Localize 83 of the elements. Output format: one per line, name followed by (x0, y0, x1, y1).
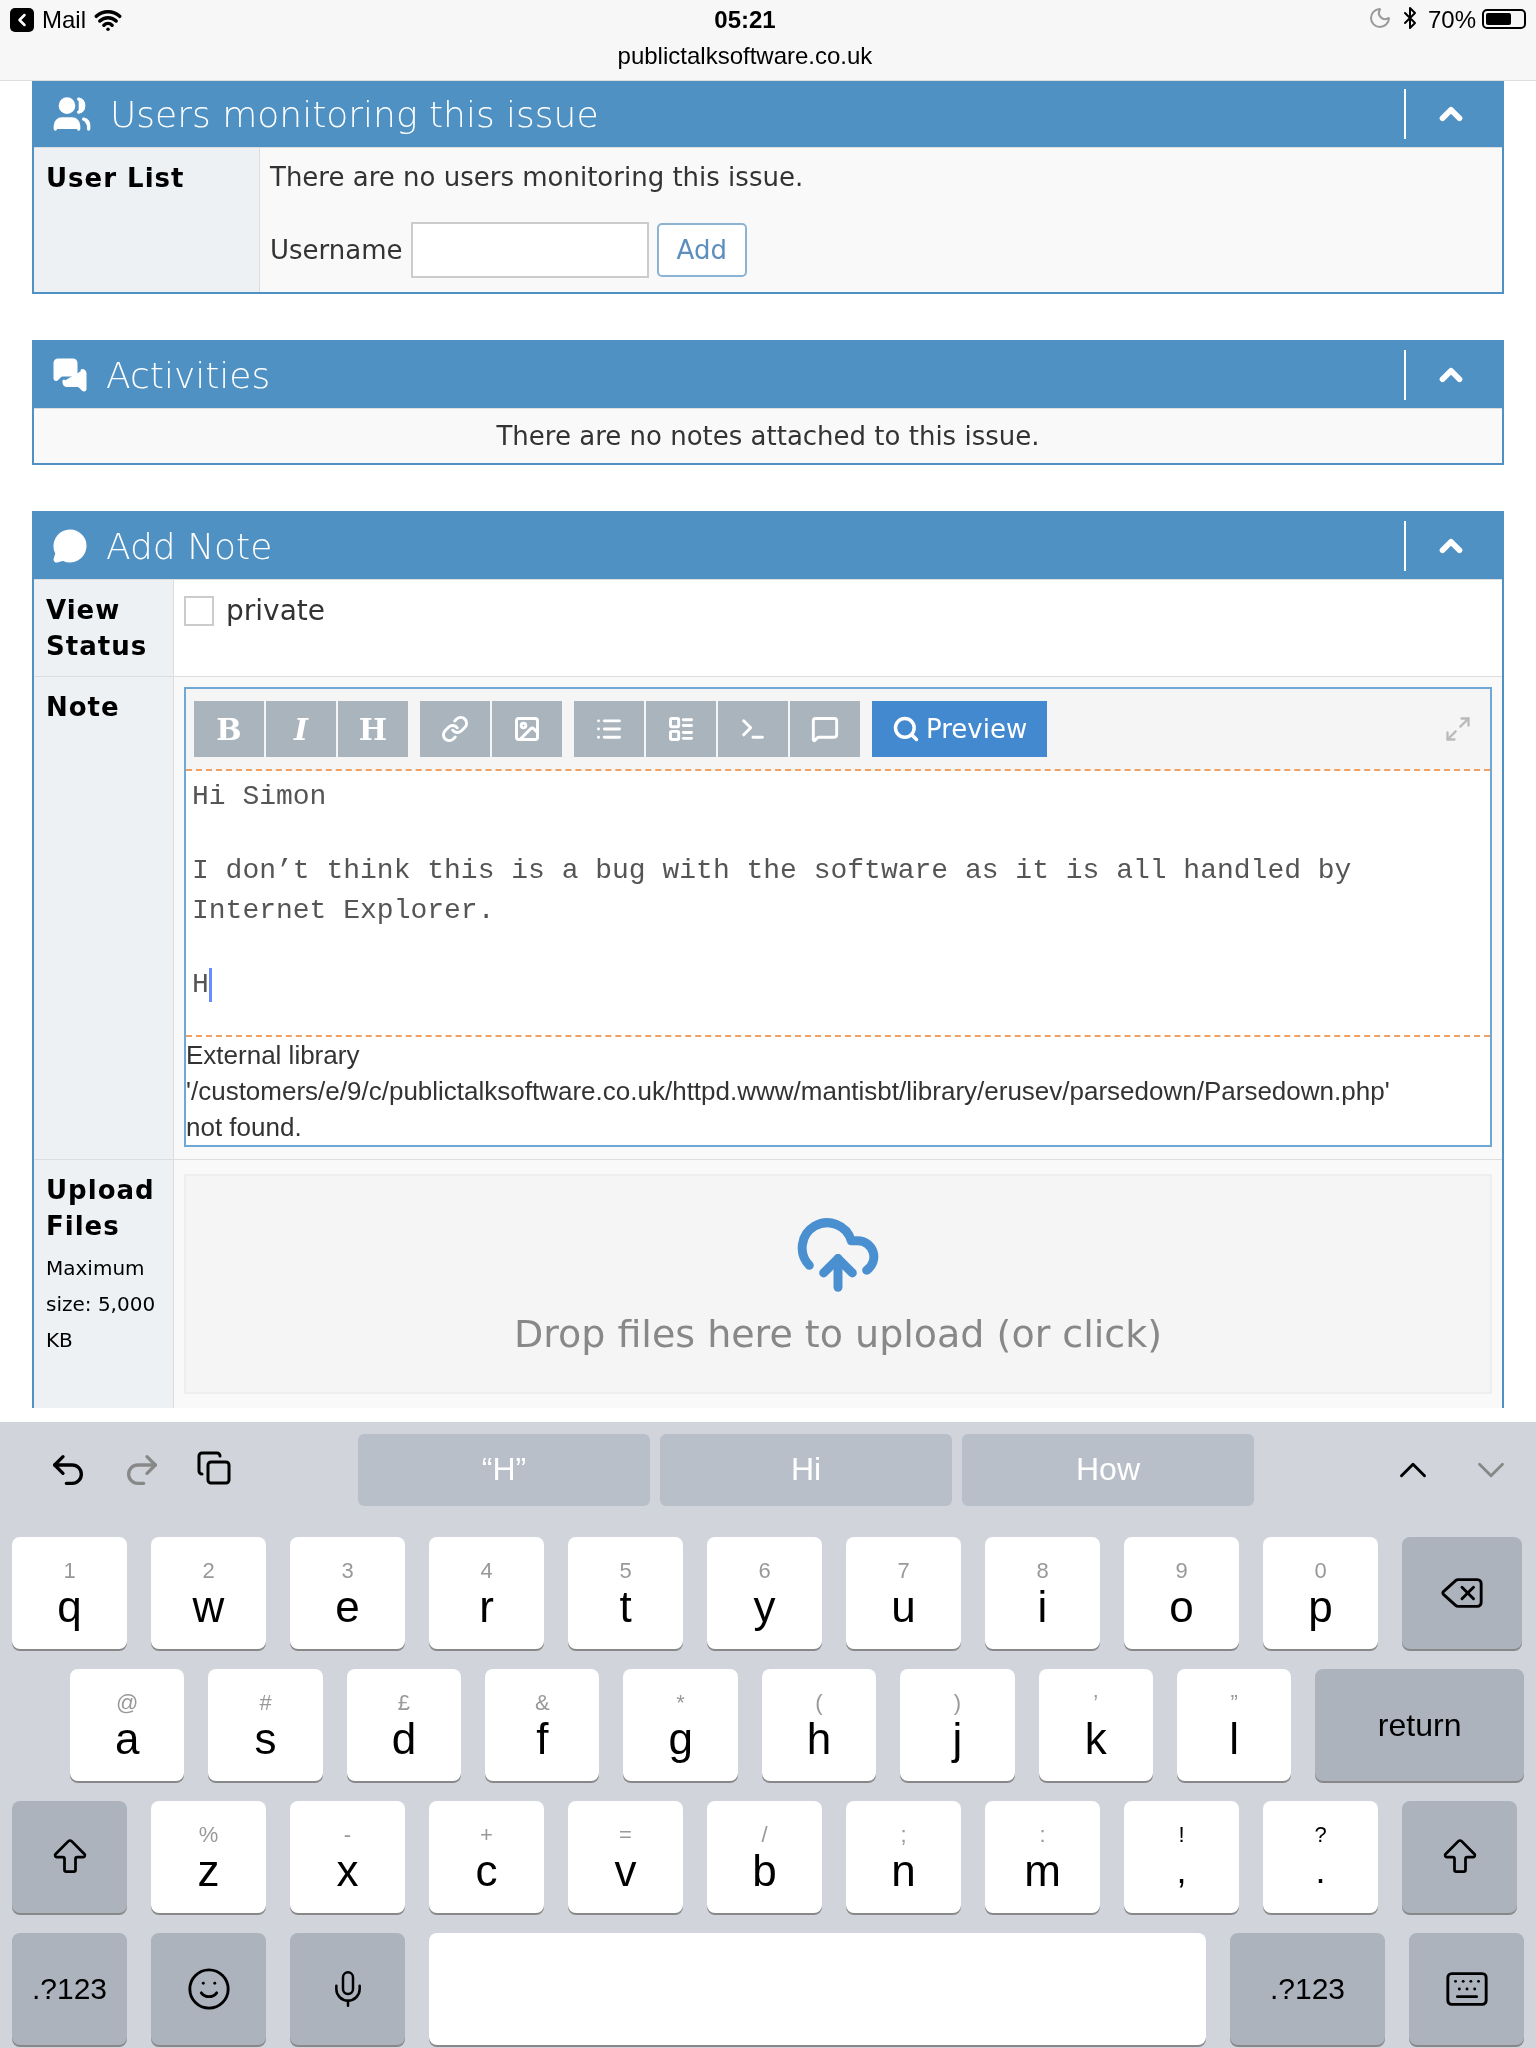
keyboard-key[interactable]: ? . (1263, 1801, 1378, 1913)
fullscreen-icon (1444, 715, 1472, 743)
search-icon (892, 715, 920, 743)
smiley-icon (185, 1966, 232, 2012)
url-text: publictalksoftware.co.uk (617, 42, 873, 70)
keyboard-key[interactable]: 5 t (568, 1537, 683, 1649)
keyboard-key[interactable]: 4 r (429, 1537, 544, 1649)
error-message: not found. (186, 1111, 303, 1144)
shift-key[interactable] (1402, 1801, 1517, 1913)
preview-button[interactable]: Preview (872, 701, 1048, 757)
keyboard-key[interactable]: # s (208, 1669, 323, 1781)
chat-bubbles-icon (52, 357, 88, 393)
note-text: I don’t think this is a bug with the software as it is all handled by Internet Explorer. (192, 854, 1353, 928)
format-button[interactable] (574, 701, 644, 757)
no-users-message: There are no users monitoring this issue. (270, 162, 805, 192)
keyboard-key[interactable]: ; n (846, 1801, 961, 1913)
keyboard-key[interactable]: ( h (761, 1669, 877, 1781)
checkbox-label[interactable]: private (226, 594, 325, 627)
size-hint: Maximum size: 5,000 KB (46, 1255, 157, 1354)
keyboard-key[interactable]: = v (568, 1801, 683, 1913)
clock: 05:21 (714, 6, 776, 34)
back-icon[interactable] (10, 8, 34, 32)
users-icon (52, 94, 92, 134)
keyboard-key[interactable]: £ d (346, 1669, 462, 1781)
format-button[interactable] (420, 701, 490, 757)
hide-keyboard-key[interactable] (1409, 1933, 1524, 2045)
keyboard-key[interactable]: 3 e (290, 1537, 405, 1649)
link-icon (441, 715, 469, 743)
format-button[interactable] (790, 701, 860, 757)
keyboard-key[interactable]: ! , (1124, 1801, 1239, 1913)
keyboard-key[interactable]: % z (151, 1801, 266, 1913)
panel-title: Users monitoring this issue (110, 93, 600, 135)
keyboard-key[interactable]: - x (290, 1801, 405, 1913)
format-button[interactable] (492, 701, 562, 757)
keyboard-key[interactable]: 8 i (985, 1537, 1100, 1649)
private-checkbox[interactable] (184, 595, 214, 626)
keyboard-key[interactable]: / b (707, 1801, 822, 1913)
paste-icon (196, 1449, 232, 1486)
panel-title: Activities (106, 354, 272, 396)
dictation-key[interactable] (290, 1933, 405, 2045)
back-label[interactable]: Mail (42, 6, 86, 34)
speech-bubble-icon (811, 715, 839, 743)
keyboard-key[interactable]: * g (623, 1669, 738, 1781)
format-button[interactable] (646, 701, 716, 757)
keyboard-key[interactable]: & f (485, 1669, 600, 1781)
keyboard-key[interactable]: ” l (1176, 1669, 1292, 1781)
row-label: Note (46, 691, 121, 724)
image-icon (513, 715, 541, 743)
keyboard-key[interactable]: + c (429, 1801, 544, 1913)
row-label: View Status (46, 594, 149, 663)
keyboard-key[interactable]: : m (985, 1801, 1100, 1913)
keyboard-key[interactable]: ) j (900, 1669, 1015, 1781)
no-notes-message: There are no notes attached to this issue. (34, 408, 1502, 463)
backspace-key[interactable] (1402, 1537, 1522, 1649)
keyboard-key[interactable]: ’ k (1038, 1669, 1153, 1781)
error-message: '/customers/e/9/c/publictalksoftware.co.uk/httpd.www/mantisbt/library/erusev/parsedown/Parsedown.php' (186, 1075, 1391, 1108)
row-label: Upload Files (46, 1174, 156, 1243)
keyboard-key[interactable]: 6 y (707, 1537, 822, 1649)
keyboard-key[interactable]: 7 u (846, 1537, 961, 1649)
keyboard-key[interactable]: 0 p (1263, 1537, 1378, 1649)
checklist-icon (667, 715, 695, 743)
error-message: External library (186, 1039, 361, 1072)
keyboard-key[interactable]: @ a (70, 1669, 185, 1781)
note-text: Hi Simon (192, 780, 328, 814)
return-key[interactable]: return (1315, 1669, 1525, 1781)
panel-title: Add Note (106, 525, 274, 567)
row-label: User List (46, 162, 186, 195)
format-button[interactable] (718, 701, 788, 757)
keyboard-key[interactable]: 2 w (151, 1537, 266, 1649)
battery-icon (1482, 9, 1526, 29)
emoji-key[interactable] (151, 1933, 266, 2045)
numbers-key[interactable]: .?123 (1230, 1933, 1385, 2045)
username-field[interactable] (410, 222, 649, 278)
shift-key[interactable] (12, 1801, 127, 1913)
battery-percent: 70% (1427, 6, 1476, 34)
note-text: H (192, 965, 1484, 1005)
field-label: Username (270, 235, 403, 265)
note-editor[interactable] (184, 687, 1492, 1147)
moon-icon (1367, 6, 1392, 30)
keyboard-key[interactable]: 9 o (1124, 1537, 1239, 1649)
numbers-key[interactable]: .?123 (12, 1933, 127, 2045)
speech-bubble-icon (52, 528, 88, 564)
keyboard-key[interactable]: 1 q (12, 1537, 127, 1649)
